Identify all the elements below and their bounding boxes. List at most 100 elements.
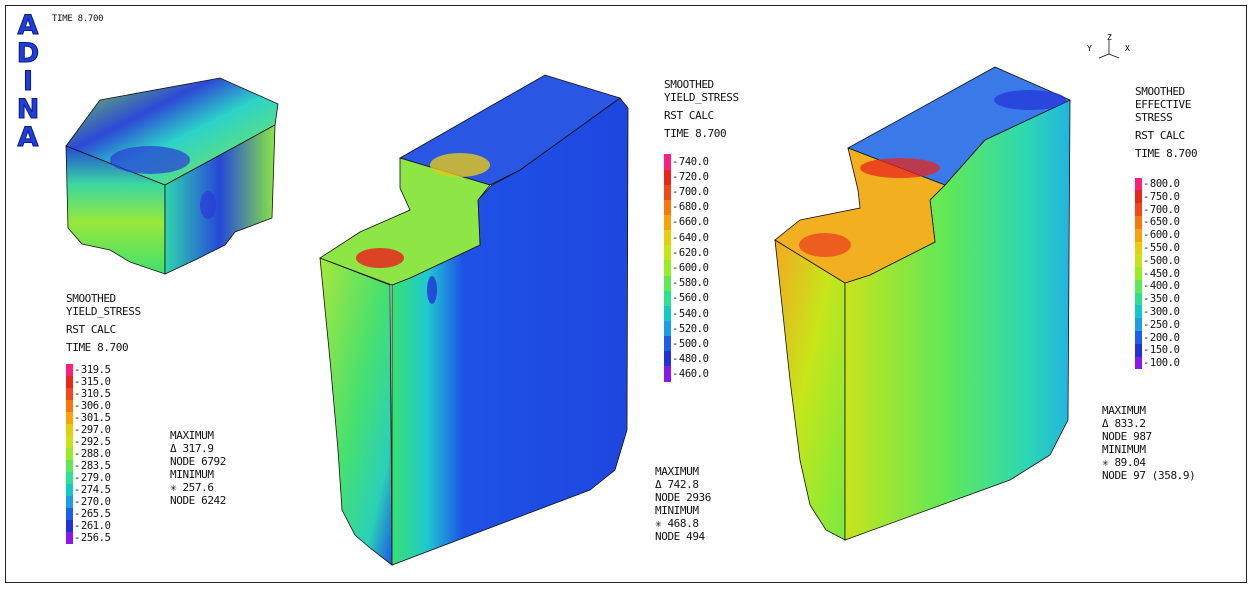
scale-tick: 550.0 (1143, 243, 1180, 254)
model-3 (774, 66, 1071, 541)
panel-3-max-value: Δ 833.2 (1102, 417, 1146, 430)
color-band (66, 532, 73, 544)
panel-1-title: SMOOTHED (66, 292, 116, 305)
scale-tick: 700.0 (1143, 205, 1180, 216)
color-band (1135, 279, 1142, 293)
color-band (66, 412, 73, 424)
panel-2-extremes: MAXIMUM Δ 742.8 NODE 2936 MINIMUM ✳ 468.… (655, 465, 711, 543)
color-band (664, 351, 671, 367)
panel-1-min-label: MINIMUM (170, 468, 214, 481)
color-band (664, 245, 671, 261)
color-band (66, 400, 73, 412)
color-bar (664, 154, 671, 382)
color-band (66, 424, 73, 436)
color-band (664, 169, 671, 185)
scale-tick: 297.0 (74, 425, 111, 436)
scale-tick: 540.0 (672, 309, 709, 320)
scale-tick: 283.5 (74, 461, 111, 472)
panel-3-variable: EFFECTIVE (1135, 98, 1192, 111)
panel-1-variable: YIELD_STRESS (66, 305, 141, 318)
panel-3-min-value: ✳ 89.04 (1102, 456, 1146, 469)
scale-tick: 620.0 (672, 248, 709, 259)
scale-tick: 400.0 (1143, 281, 1180, 292)
color-band (66, 472, 73, 484)
color-band (1135, 241, 1142, 255)
panel-2-time: TIME 8.700 (664, 127, 727, 140)
color-band (66, 508, 73, 520)
scale-tick: 450.0 (1143, 269, 1180, 280)
panel-3-max-label: MAXIMUM (1102, 404, 1146, 417)
color-band (1135, 228, 1142, 242)
scale-tick: 301.5 (74, 413, 111, 424)
scale-tick: 270.0 (74, 497, 111, 508)
panel-2-title: SMOOTHED (664, 78, 714, 91)
color-band (664, 260, 671, 276)
color-band (1135, 343, 1142, 357)
scale-tick: 150.0 (1143, 345, 1180, 356)
color-band (1135, 190, 1142, 204)
color-band (664, 230, 671, 246)
scale-tick: 261.0 (74, 521, 111, 532)
scale-tick: 640.0 (672, 233, 709, 244)
scale-tick: 580.0 (672, 278, 709, 289)
scale-tick: 800.0 (1143, 179, 1180, 190)
color-band (66, 436, 73, 448)
color-band (1135, 330, 1142, 344)
color-band (664, 366, 671, 382)
scale-tick: 279.0 (74, 473, 111, 484)
scale-tick: 274.5 (74, 485, 111, 496)
panel-3-time: TIME 8.700 (1135, 147, 1198, 160)
scale-tick: 319.5 (74, 365, 111, 376)
panel-1-extremes: MAXIMUM Δ 317.9 NODE 6792 MINIMUM ✳ 257.… (170, 429, 226, 507)
panel-3-min-node: NODE 97 (358.9) (1102, 469, 1196, 482)
scale-tick: 460.0 (672, 369, 709, 380)
scale-tick: 720.0 (672, 172, 709, 183)
scale-tick: 560.0 (672, 293, 709, 304)
panel-1-max-value: Δ 317.9 (170, 442, 214, 455)
scale-tick: 700.0 (672, 187, 709, 198)
color-band (1135, 356, 1142, 370)
panel-2-max-label: MAXIMUM (655, 465, 699, 478)
scale-tick: 500.0 (1143, 256, 1180, 267)
panel-3-min-label: MINIMUM (1102, 443, 1146, 456)
color-band (664, 215, 671, 231)
panel-2-variable: YIELD_STRESS (664, 91, 739, 104)
color-band (1135, 318, 1142, 331)
panel-1-max-node: NODE 6792 (170, 455, 227, 468)
model-1 (65, 77, 279, 275)
model-2 (319, 74, 629, 566)
color-band (664, 154, 671, 170)
panel-3-header: SMOOTHED EFFECTIVE STRESS RST CALC TIME … (1135, 85, 1198, 160)
scale-tick: 660.0 (672, 217, 709, 228)
color-band (66, 496, 73, 508)
panel-3-variable-2: STRESS (1135, 111, 1173, 124)
color-band (664, 275, 671, 291)
color-bar (66, 364, 73, 544)
color-band (1135, 305, 1142, 319)
color-band (1135, 177, 1142, 191)
color-band (66, 448, 73, 460)
scale-tick: 600.0 (1143, 230, 1180, 241)
color-band (664, 184, 671, 200)
color-band (1135, 254, 1142, 268)
scale-tick: 265.5 (74, 509, 111, 520)
color-bar (1135, 177, 1142, 370)
scale-tick: 315.0 (74, 377, 111, 388)
color-band (1135, 267, 1142, 280)
scale-tick: 740.0 (672, 157, 709, 168)
panel-1-time: TIME 8.700 (66, 341, 129, 354)
color-band (664, 305, 671, 321)
color-band (664, 336, 671, 352)
scale-tick: 288.0 (74, 449, 111, 460)
scale-tick: 480.0 (672, 354, 709, 365)
panel-2-subtitle: RST CALC (664, 109, 714, 122)
color-band (1135, 292, 1142, 306)
color-band (66, 364, 73, 376)
scale-tick: 350.0 (1143, 294, 1180, 305)
panel-3-extremes: MAXIMUM Δ 833.2 NODE 987 MINIMUM ✳ 89.04… (1102, 404, 1196, 482)
color-band (1135, 203, 1142, 216)
scale-tick: 200.0 (1143, 333, 1180, 344)
scale-tick: 100.0 (1143, 358, 1180, 369)
panel-2-max-value: Δ 742.8 (655, 478, 699, 491)
color-band (664, 199, 671, 215)
